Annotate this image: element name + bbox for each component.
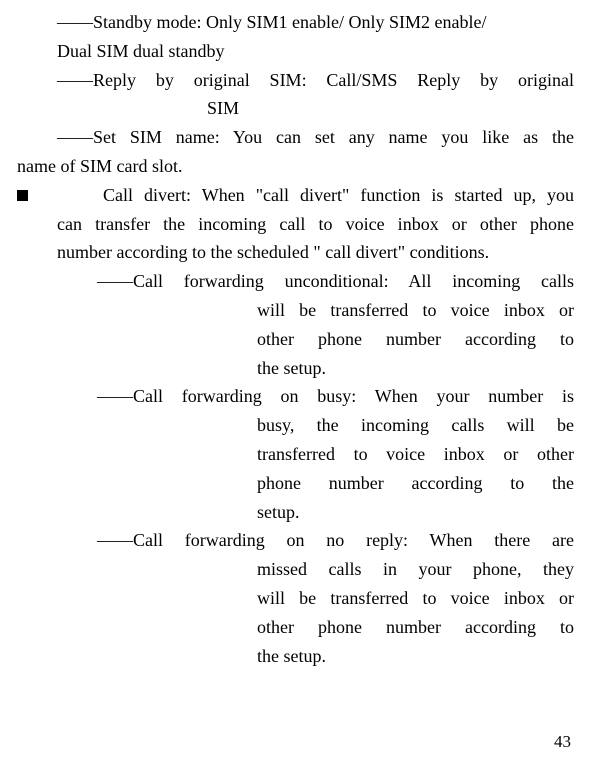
fwd-noreply-line4: other phone number according to: [257, 613, 574, 642]
call-divert-line3: number according to the scheduled " call…: [57, 238, 574, 267]
call-divert-line2: can transfer the incoming call to voice …: [57, 210, 574, 239]
reply-sim-line1: ――Reply by original SIM: Call/SMS Reply …: [57, 66, 574, 95]
standby-mode-line1: ――Standby mode: Only SIM1 enable/ Only S…: [57, 8, 574, 37]
fwd-uncond-line1: ――Call forwarding unconditional: All inc…: [97, 267, 574, 296]
set-sim-name-line2: name of SIM card slot.: [17, 152, 574, 181]
page-number: 43: [554, 728, 571, 755]
fwd-busy-line3: transferred to voice inbox or other: [257, 440, 574, 469]
fwd-busy-line2: busy, the incoming calls will be: [257, 411, 574, 440]
fwd-noreply-line2: missed calls in your phone, they: [257, 555, 574, 584]
standby-mode-line2: Dual SIM dual standby: [57, 37, 574, 66]
square-bullet-icon: [17, 190, 28, 201]
fwd-noreply-line3: will be transferred to voice inbox or: [257, 584, 574, 613]
fwd-uncond-line3: other phone number according to: [257, 325, 574, 354]
reply-sim-line2: SIM: [207, 94, 574, 123]
fwd-busy-line5: setup.: [257, 498, 574, 527]
call-divert-line1: Call divert: When "call divert" function…: [103, 181, 574, 210]
fwd-busy-line1: ――Call forwarding on busy: When your num…: [97, 382, 574, 411]
fwd-uncond-line4: the setup.: [257, 354, 574, 383]
fwd-busy-line4: phone number according to the: [257, 469, 574, 498]
fwd-noreply-line5: the setup.: [257, 642, 574, 671]
fwd-uncond-line2: will be transferred to voice inbox or: [257, 296, 574, 325]
call-divert-bullet: Call divert: When "call divert" function…: [17, 181, 574, 210]
set-sim-name-line1: ――Set SIM name: You can set any name you…: [57, 123, 574, 152]
fwd-noreply-line1: ――Call forwarding on no reply: When ther…: [97, 526, 574, 555]
